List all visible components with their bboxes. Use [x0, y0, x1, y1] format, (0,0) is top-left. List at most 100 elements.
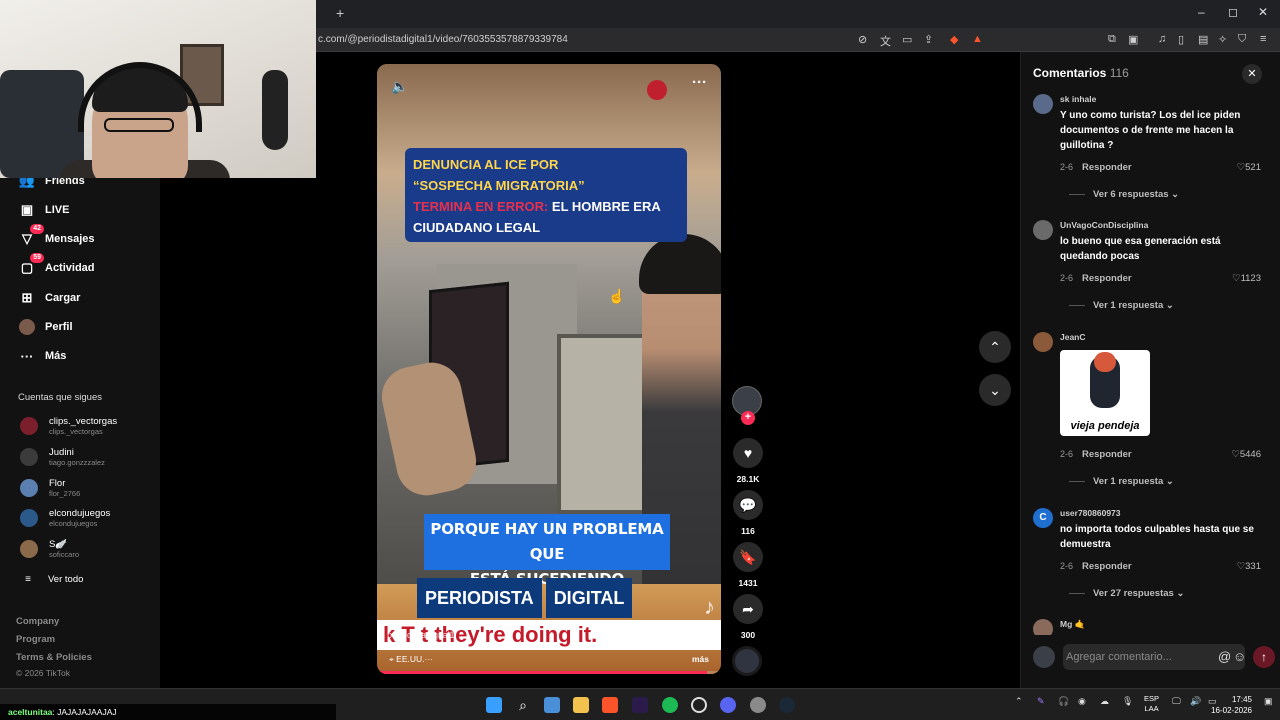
footer-link-program[interactable]: Program — [16, 634, 55, 645]
bookmarks-icon[interactable]: ▤ — [1198, 33, 1208, 46]
comment-like-button[interactable]: ♡5446 — [1231, 449, 1261, 460]
sidebar-item-messages[interactable]: ▽ 42 Mensajes — [18, 224, 95, 250]
media-icon[interactable]: ♫ — [1158, 33, 1166, 45]
comment-avatar[interactable] — [1033, 619, 1053, 635]
tray-app-icon[interactable]: ✎ — [1037, 696, 1045, 707]
following-account[interactable]: Flor flor_2766 — [20, 475, 80, 501]
comment-avatar[interactable] — [1033, 332, 1053, 352]
reply-button[interactable]: Responder — [1082, 561, 1132, 572]
tray-steam-icon[interactable]: ◉ — [1078, 696, 1086, 707]
microphone-icon[interactable]: 🎙 — [1122, 696, 1133, 707]
more-options-icon[interactable]: ··· — [692, 74, 707, 91]
steam-icon[interactable] — [779, 697, 795, 713]
brave-shield-icon[interactable]: ◆ — [950, 33, 958, 46]
next-video-button[interactable]: ⌄ — [979, 374, 1011, 406]
network-icon[interactable]: 🖵 — [1172, 696, 1181, 707]
video-player[interactable]: 🔈 ··· DENUNCIA AL ICE POR “SOSPECHA MIGR… — [377, 64, 721, 674]
start-icon[interactable] — [486, 697, 502, 713]
sidebar-item-activity[interactable]: ▢ 59 Actividad — [18, 253, 95, 279]
previous-video-button[interactable]: ⌃ — [979, 331, 1011, 363]
discord-icon[interactable] — [720, 697, 736, 713]
video-progress-bar[interactable] — [377, 671, 721, 674]
language-indicator[interactable]: ESP LAA — [1144, 694, 1159, 714]
brave-rewards-icon[interactable]: ▲ — [972, 33, 983, 45]
volume-tray-icon[interactable]: 🔊 — [1190, 696, 1201, 707]
tracking-off-icon[interactable]: ⊘ — [858, 33, 867, 46]
vpn-icon[interactable]: ⛉ — [1238, 33, 1246, 46]
headset-icon[interactable]: 🎧 — [1058, 696, 1069, 707]
tray-chevron-icon[interactable]: ⌃ — [1015, 696, 1023, 707]
following-account[interactable]: elcondujuegos elcondujuegos — [20, 505, 110, 531]
menu-icon[interactable]: ≡ — [1260, 33, 1266, 45]
comment-username[interactable]: JeanC — [1060, 332, 1086, 342]
reader-icon[interactable]: ▭ — [902, 33, 912, 46]
new-tab-button[interactable]: + — [336, 5, 344, 21]
search-icon[interactable]: ⌕ — [515, 697, 531, 713]
reply-button[interactable]: Responder — [1082, 449, 1132, 460]
follow-plus-icon[interactable]: + — [741, 411, 755, 425]
sidebar-item-live[interactable]: ▣ LIVE — [18, 199, 70, 221]
following-account[interactable]: Judini tiago.gonzzzalez — [20, 444, 105, 470]
comment-button[interactable]: 💬 — [733, 490, 763, 520]
sidebar-item-upload[interactable]: ⊞ Cargar — [18, 287, 81, 309]
comment-date: 2-6 — [1060, 162, 1074, 172]
comment-avatar[interactable] — [1033, 94, 1053, 114]
view-replies-button[interactable]: Ver 1 respuesta ⌄ — [1069, 300, 1174, 311]
share-icon[interactable]: ⇪ — [924, 33, 933, 46]
send-comment-button[interactable]: ↑ — [1253, 646, 1275, 668]
comment-avatar[interactable] — [1033, 220, 1053, 240]
settings-icon[interactable] — [750, 697, 766, 713]
brave-browser-icon[interactable] — [602, 697, 618, 713]
close-window-button[interactable]: ✕ — [1258, 5, 1268, 19]
url-field[interactable]: c.com/@periodistadigital1/video/76035535… — [318, 34, 568, 45]
view-replies-button[interactable]: Ver 27 respuestas ⌄ — [1069, 588, 1184, 599]
comment-like-button[interactable]: ♡331 — [1237, 561, 1261, 572]
leo-ai-icon[interactable]: ✧ — [1218, 33, 1227, 46]
like-button[interactable]: ♥ — [733, 438, 763, 468]
reply-button[interactable]: Responder — [1082, 162, 1132, 173]
premiere-icon[interactable] — [632, 697, 648, 713]
mention-icon[interactable]: @ — [1218, 649, 1231, 664]
comment-username[interactable]: UnVagoConDisciplina — [1060, 220, 1148, 230]
more-text-button[interactable]: más — [692, 654, 709, 664]
following-account[interactable]: S🪽 soficcaro — [20, 536, 79, 562]
reply-button[interactable]: Responder — [1082, 273, 1132, 284]
clock[interactable]: 17:45 16-02-2026 — [1211, 694, 1252, 716]
comment-avatar[interactable]: C — [1033, 508, 1053, 528]
comment-username[interactable]: user780860973 — [1060, 508, 1121, 518]
bookmark-button[interactable]: 🔖 — [733, 542, 763, 572]
video-handle[interactable]: periodistadigital1 — [387, 630, 455, 640]
comment-sticker[interactable]: vieja pendeja — [1060, 350, 1150, 436]
view-replies-button[interactable]: Ver 6 respuestas ⌄ — [1069, 189, 1179, 200]
wallet-icon[interactable]: ▣ — [1128, 33, 1138, 46]
comment-like-button[interactable]: ♡1123 — [1232, 273, 1261, 284]
file-explorer-icon[interactable] — [573, 697, 589, 713]
see-all-link[interactable]: ≡ Ver todo — [22, 568, 83, 590]
gallery-icon[interactable] — [544, 697, 560, 713]
minimize-button[interactable]: – — [1198, 5, 1205, 19]
footer-link-company[interactable]: Company — [16, 616, 59, 627]
volume-icon[interactable]: 🔈 — [391, 78, 408, 95]
tiktok-watermark: ♪ TikTok — [674, 594, 715, 635]
notifications-icon[interactable]: ▣ — [1264, 696, 1273, 707]
spotify-icon[interactable] — [662, 697, 678, 713]
music-disc-icon[interactable] — [732, 646, 762, 676]
footer-link-terms[interactable]: Terms & Policies — [16, 652, 92, 663]
extensions-icon[interactable]: ⧉ — [1108, 33, 1116, 46]
tray-cloud-icon[interactable]: ☁ — [1100, 696, 1109, 707]
comment-username[interactable]: Mg 🤙 — [1060, 619, 1085, 630]
sidebar-item-more[interactable]: ··· Más — [18, 345, 67, 367]
maximize-button[interactable]: ◻ — [1228, 5, 1238, 19]
translate-icon[interactable]: 文 — [880, 33, 891, 49]
emoji-icon[interactable]: ☺ — [1233, 649, 1246, 664]
following-account[interactable]: clips._vectorgas clips._vectorgas — [20, 413, 117, 439]
obs-icon[interactable] — [691, 697, 707, 713]
close-comments-button[interactable]: ✕ — [1242, 64, 1262, 84]
comment-username[interactable]: sk inhale — [1060, 94, 1096, 104]
comment-like-button[interactable]: ♡521 — [1237, 162, 1261, 173]
view-replies-button[interactable]: Ver 1 respuesta ⌄ — [1069, 476, 1174, 487]
sidebar-icon[interactable]: ▯ — [1178, 33, 1184, 46]
sidebar-item-profile[interactable]: Perfil — [18, 316, 73, 338]
headline-line: CIUDADANO LEGAL — [413, 220, 541, 235]
share-button[interactable]: ➦ — [733, 594, 763, 624]
